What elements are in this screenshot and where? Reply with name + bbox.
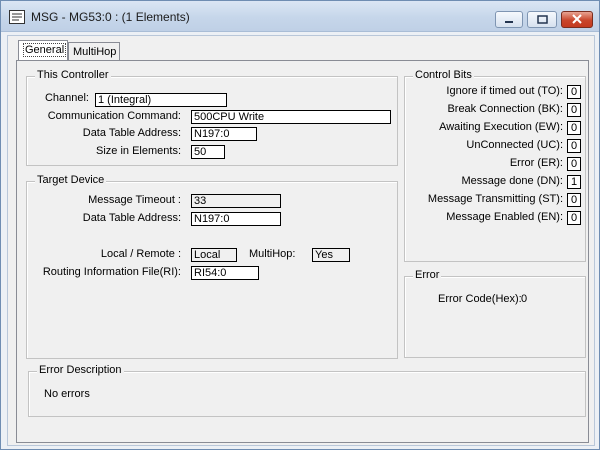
target-data-table-address-field[interactable]: N197:0 (191, 212, 281, 226)
close-icon (572, 14, 582, 24)
control-bit-to-value[interactable]: 0 (567, 85, 581, 99)
control-bit-st-value[interactable]: 0 (567, 193, 581, 207)
maximize-button[interactable] (527, 11, 557, 28)
communication-command-field[interactable]: 500CPU Write (191, 110, 391, 124)
msg-dialog-window: MSG - MG53:0 : (1 Elements) General Mult… (0, 0, 600, 450)
dialog-content: General MultiHop This Controller Channel… (7, 35, 595, 446)
multihop-field[interactable]: Yes (312, 248, 350, 262)
control-bit-ew-value[interactable]: 0 (567, 121, 581, 135)
control-bit-en-value[interactable]: 0 (567, 211, 581, 225)
close-button[interactable] (561, 11, 593, 28)
target-data-table-address-label: Data Table Address: (82, 212, 181, 224)
control-bit-bk-label: Break Connection (BK): (447, 103, 563, 115)
control-bit-uc-label: UnConnected (UC): (466, 139, 563, 151)
control-bits-group: Control Bits Ignore if timed out (TO): 0… (404, 69, 586, 262)
data-table-address-label: Data Table Address: (82, 127, 181, 139)
communication-command-label: Communication Command: (47, 110, 181, 122)
message-timeout-field[interactable]: 33 (191, 194, 281, 208)
restore-icon (537, 15, 548, 24)
tab-general[interactable]: General (18, 40, 68, 61)
error-description-group: Error Description No errors (28, 364, 586, 417)
control-bit-er-label: Error (ER): (509, 157, 563, 169)
data-table-address-field[interactable]: N197:0 (191, 127, 257, 141)
error-legend: Error (413, 269, 442, 281)
local-remote-field[interactable]: Local (191, 248, 237, 262)
error-description-legend: Error Description (37, 364, 124, 376)
control-bit-to-label: Ignore if timed out (TO): (446, 85, 563, 97)
title-bar[interactable]: MSG - MG53:0 : (1 Elements) (1, 1, 599, 32)
multihop-label: MultiHop: (249, 248, 296, 260)
tab-general-label: General (23, 43, 67, 57)
routing-information-file-label: Routing Information File(RI): (42, 266, 181, 278)
size-in-elements-field[interactable]: 50 (191, 145, 225, 159)
error-code-value: 0 (521, 293, 528, 305)
local-remote-label: Local / Remote : (100, 248, 181, 260)
tab-multihop-label: MultiHop (73, 46, 117, 58)
control-bit-st-label: Message Transmitting (ST): (427, 193, 563, 205)
control-bit-bk-value[interactable]: 0 (567, 103, 581, 117)
control-bit-er-value[interactable]: 0 (567, 157, 581, 171)
routing-information-file-field[interactable]: RI54:0 (191, 266, 259, 280)
general-tab-panel: This Controller Channel: 1 (Integral) Co… (16, 60, 589, 443)
control-bits-legend: Control Bits (413, 69, 474, 81)
tab-multihop[interactable]: MultiHop (68, 42, 120, 61)
control-bit-dn-value[interactable]: 1 (567, 175, 581, 189)
window-title: MSG - MG53:0 : (1 Elements) (31, 10, 190, 24)
channel-field[interactable]: 1 (Integral) (95, 93, 227, 107)
control-bit-ew-label: Awaiting Execution (EW): (439, 121, 563, 133)
channel-label: Channel: (44, 92, 89, 104)
target-device-group: Target Device Message Timeout : 33 Data … (26, 174, 398, 359)
control-bit-dn-label: Message done (DN): (461, 175, 564, 187)
minimize-icon (505, 21, 513, 23)
error-code-label: Error Code(Hex): (438, 293, 522, 305)
control-bit-en-label: Message Enabled (EN): (446, 211, 563, 223)
size-in-elements-label: Size in Elements: (96, 145, 181, 157)
control-bit-uc-value[interactable]: 0 (567, 139, 581, 153)
message-icon (9, 10, 25, 24)
minimize-button[interactable] (495, 11, 523, 28)
target-device-legend: Target Device (35, 174, 107, 186)
this-controller-group: This Controller Channel: 1 (Integral) Co… (26, 69, 398, 166)
message-timeout-label: Message Timeout : (88, 194, 181, 206)
error-group: Error Error Code(Hex): 0 (404, 269, 586, 358)
error-description-text: No errors (44, 388, 90, 400)
this-controller-legend: This Controller (35, 69, 111, 81)
